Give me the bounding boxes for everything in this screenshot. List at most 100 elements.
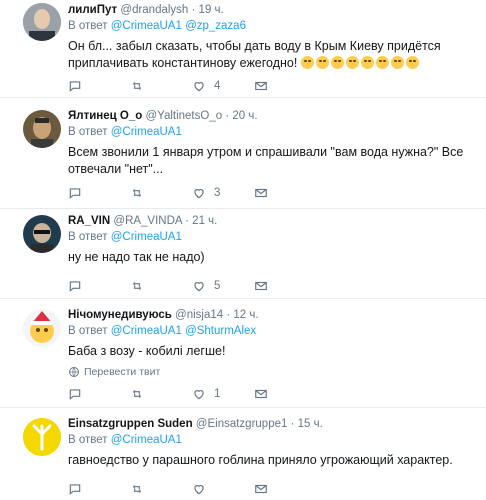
tweet-header: лилиПут @drandalysh · 19 ч.: [68, 3, 478, 18]
retweet-icon: [133, 485, 141, 493]
laughing-emoji-icon: [300, 56, 314, 69]
mention-link[interactable]: @CrimeaUA1: [111, 434, 182, 446]
mention-link[interactable]: @CrimeaUA1: [111, 126, 182, 138]
reply-button[interactable]: [68, 279, 130, 293]
heart-icon: [194, 82, 204, 92]
tweet-text: Баба з возу - кобилі легше!: [68, 344, 226, 358]
tweet-text: Он бл... забыл сказать, чтобы дать воду …: [68, 38, 478, 72]
retweet-icon: [133, 189, 141, 197]
timestamp[interactable]: · 15 ч.: [291, 418, 323, 430]
mention-link[interactable]: @ShturmAlex: [185, 325, 256, 337]
dm-button[interactable]: [254, 186, 316, 200]
reply-button[interactable]: [68, 186, 130, 200]
retweet-icon: [133, 282, 141, 290]
dm-button[interactable]: [254, 279, 316, 293]
reply-button[interactable]: [68, 482, 130, 496]
author-handle[interactable]: @drandalysh: [120, 4, 188, 16]
tweet-actions: 3: [68, 186, 316, 200]
reply-prefix: В ответ: [68, 231, 108, 243]
timestamp[interactable]: · 12 ч.: [226, 309, 258, 321]
envelope-icon: [255, 188, 267, 198]
mention-link[interactable]: @CrimeaUA1: [111, 20, 182, 32]
author-name[interactable]: Ялтинец О_о: [68, 110, 142, 122]
avatar[interactable]: [23, 215, 61, 253]
dm-button[interactable]: [254, 387, 316, 401]
tweet-4[interactable]: Нічомунедивуюсь @nisja14 · 12 ч. В ответ…: [0, 299, 486, 408]
author-handle[interactable]: @YaltinetsO_o: [145, 110, 222, 122]
tweet-actions: [68, 482, 316, 496]
tweet-3[interactable]: RA_VIN @RA_VINDA · 21 ч. В ответ @Crimea…: [0, 209, 486, 299]
tweet-header: Einsatzgruppen Suden @Einsatzgruppe1 · 1…: [68, 417, 478, 432]
reply-icon: [69, 484, 81, 495]
tweet-text: гавноедство у парашного гоблина приняло …: [68, 453, 453, 467]
avatar-image: [23, 309, 61, 347]
emoji-row: [300, 56, 421, 70]
laughing-emoji-icon: [360, 56, 374, 69]
author-handle[interactable]: @RA_VINDA: [113, 215, 182, 227]
timestamp[interactable]: · 19 ч.: [192, 4, 224, 16]
retweet-button[interactable]: [130, 387, 192, 401]
author-name[interactable]: лилиПут: [68, 4, 117, 16]
retweet-button[interactable]: [130, 186, 192, 200]
envelope-icon: [255, 484, 267, 494]
author-name[interactable]: Нічомунедивуюсь: [68, 309, 172, 321]
translate-label: Перевести твит: [84, 366, 161, 378]
envelope-icon: [255, 281, 267, 291]
mention-link[interactable]: @CrimeaUA1: [111, 325, 182, 337]
heart-icon: [194, 282, 204, 292]
tweet-2[interactable]: Ялтинец О_о @YaltinetsO_o · 20 ч. В отве…: [0, 98, 486, 209]
tweet-actions: 5: [68, 279, 316, 293]
reply-context: В ответ @CrimeaUA1: [68, 230, 478, 245]
reply-button[interactable]: [68, 79, 130, 93]
reply-icon: [69, 389, 81, 400]
reply-icon: [69, 188, 81, 199]
envelope-icon: [255, 389, 267, 399]
reply-context: В ответ @CrimeaUA1: [68, 125, 478, 140]
tweet-5[interactable]: Einsatzgruppen Suden @Einsatzgruppe1 · 1…: [0, 408, 486, 500]
dm-button[interactable]: [254, 79, 316, 93]
author-handle[interactable]: @Einsatzgruppe1: [196, 418, 288, 430]
like-button[interactable]: 1: [192, 387, 254, 401]
heart-icon: [194, 485, 204, 495]
avatar[interactable]: [23, 3, 61, 41]
avatar[interactable]: [23, 309, 61, 347]
author-handle[interactable]: @nisja14: [175, 309, 223, 321]
retweet-button[interactable]: [130, 279, 192, 293]
reply-context: В ответ @CrimeaUA1: [68, 433, 478, 448]
timestamp[interactable]: · 21 ч.: [185, 215, 217, 227]
timestamp[interactable]: · 20 ч.: [225, 110, 257, 122]
dm-button[interactable]: [254, 482, 316, 496]
tweet-text: ну не надо так не надо): [68, 250, 205, 264]
rune-icon: [23, 418, 61, 456]
mention-link[interactable]: @zp_zaza6: [185, 20, 246, 32]
avatar[interactable]: [23, 110, 61, 148]
like-button[interactable]: 5: [192, 279, 254, 293]
translate-tweet-link[interactable]: Перевести твит: [68, 366, 478, 378]
avatar-image: [23, 215, 61, 253]
avatar-image: [23, 110, 61, 148]
avatar[interactable]: [23, 418, 61, 456]
reply-button[interactable]: [68, 387, 130, 401]
reply-prefix: В ответ: [68, 20, 108, 32]
retweet-button[interactable]: [130, 482, 192, 496]
reply-prefix: В ответ: [68, 434, 108, 446]
reply-prefix: В ответ: [68, 126, 108, 138]
tweet-1[interactable]: лилиПут @drandalysh · 19 ч. В ответ @Cri…: [0, 0, 486, 98]
tweet-actions: 4: [68, 79, 316, 93]
heart-icon: [194, 189, 204, 199]
laughing-emoji-icon: [345, 56, 359, 69]
retweet-button[interactable]: [130, 79, 192, 93]
like-button[interactable]: 4: [192, 79, 254, 93]
mention-link[interactable]: @CrimeaUA1: [111, 231, 182, 243]
author-name[interactable]: Einsatzgruppen Suden: [68, 418, 193, 430]
laughing-emoji-icon: [375, 56, 389, 69]
reply-icon: [69, 81, 81, 92]
like-button[interactable]: 3: [192, 186, 254, 200]
like-button[interactable]: [192, 482, 254, 496]
author-name[interactable]: RA_VIN: [68, 215, 110, 227]
globe-icon: [69, 367, 79, 377]
laughing-emoji-icon: [315, 56, 329, 69]
laughing-emoji-icon: [390, 56, 404, 69]
tweet-header: Нічомунедивуюсь @nisja14 · 12 ч.: [68, 308, 478, 323]
retweet-icon: [133, 82, 141, 90]
